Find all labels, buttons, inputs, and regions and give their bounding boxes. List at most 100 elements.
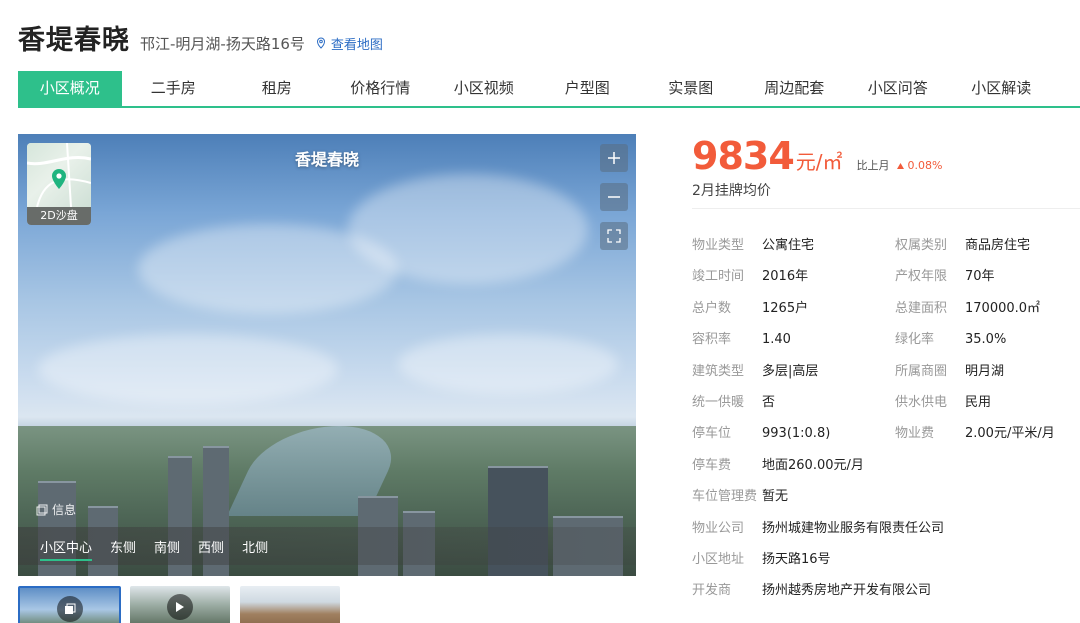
attr-value: 70年	[965, 269, 995, 284]
attr-key: 物业公司	[692, 521, 745, 536]
page-header: 香堤春晓 邗江-明月湖-扬天路16号 查看地图	[18, 18, 383, 58]
attr-row: 总建面积 170000.0㎡	[895, 297, 1040, 316]
panorama-viewer[interactable]: 香堤春晓 2D沙盘 信息 小区中心 东侧 南侧 西侧 北侧	[18, 134, 636, 576]
zoom-in-button[interactable]	[600, 144, 628, 172]
cloud	[398, 334, 618, 394]
attr-value: 1.40	[762, 332, 791, 347]
price-caption: 2月挂牌均价	[692, 183, 771, 199]
tab-floor-plan[interactable]: 户型图	[536, 71, 640, 106]
attr-key: 开发商	[692, 583, 732, 598]
mom-value: 0.08%	[907, 159, 943, 172]
minus-icon	[608, 196, 620, 198]
attr-key: 物业类型	[692, 238, 745, 253]
fullscreen-button[interactable]	[600, 222, 628, 250]
view-switcher: 小区中心 东侧 南侧 西侧 北侧	[18, 527, 636, 565]
tab-photos[interactable]: 实景图	[639, 71, 743, 106]
attr-key: 小区地址	[692, 552, 745, 567]
mom-label: 比上月	[856, 159, 890, 172]
attr-row: 停车位 993(1:0.8)	[692, 422, 830, 441]
attr-value: 扬州越秀房地产开发有限公司	[762, 583, 932, 598]
attr-value: 否	[762, 395, 776, 410]
attr-row: 竣工时间 2016年	[692, 265, 808, 284]
minimap-label: 2D沙盘	[27, 207, 91, 225]
attr-row: 产权年限 70年	[895, 265, 995, 284]
view-north[interactable]: 北侧	[242, 537, 268, 556]
attr-row: 权属类别 商品房住宅	[895, 234, 1030, 253]
mom-value-wrap: 0.08%	[897, 159, 942, 172]
info-layers-icon	[36, 504, 48, 515]
attr-value: 暂无	[762, 489, 789, 504]
cloud	[38, 334, 338, 404]
zoom-out-button[interactable]	[600, 183, 628, 211]
tab-qa[interactable]: 小区问答	[846, 71, 950, 106]
thumbnail-video[interactable]	[130, 586, 230, 623]
attr-row: 小区地址 扬天路16号	[692, 548, 831, 567]
attr-row: 停车费 地面260.00元/月	[692, 454, 864, 473]
attr-key: 总建面积	[895, 301, 948, 316]
attr-value: 993(1:0.8)	[762, 426, 831, 441]
thumbnail-photo[interactable]	[240, 586, 340, 623]
panorama-title: 香堤春晓	[294, 150, 359, 169]
gallery-icon	[64, 603, 75, 614]
attr-key: 供水供电	[895, 395, 948, 410]
attr-key: 停车费	[692, 458, 732, 473]
attr-value: 明月湖	[965, 364, 1005, 379]
attr-value: 商品房住宅	[965, 238, 1031, 253]
attr-row: 物业费 2.00元/平米/月	[895, 422, 1055, 441]
view-west[interactable]: 西侧	[198, 537, 224, 556]
attr-row: 容积率 1.40	[692, 328, 791, 347]
attr-value: 1265户	[762, 301, 809, 316]
view-south[interactable]: 南侧	[154, 537, 180, 556]
attr-key: 绿化率	[895, 332, 935, 347]
attr-value: 170000.0㎡	[965, 301, 1041, 316]
info-toggle[interactable]: 信息	[36, 501, 76, 518]
play-icon	[176, 602, 184, 612]
tab-rent[interactable]: 租房	[225, 71, 329, 106]
attr-key: 竣工时间	[692, 269, 745, 284]
panorama-thumb-badge	[56, 596, 83, 622]
average-price: 9834	[692, 134, 795, 178]
location-pin-icon	[316, 37, 325, 49]
tab-second-hand[interactable]: 二手房	[122, 71, 226, 106]
attr-row: 开发商 扬州越秀房地产开发有限公司	[692, 579, 931, 598]
fullscreen-icon	[607, 229, 621, 243]
attr-key: 总户数	[692, 301, 732, 316]
view-center[interactable]: 小区中心	[40, 537, 93, 561]
attr-key: 物业费	[895, 426, 935, 441]
attr-value: 扬州城建物业服务有限责任公司	[762, 521, 945, 536]
attr-value: 2016年	[762, 269, 809, 284]
tab-bar: 小区概况 二手房 租房 价格行情 小区视频 户型图 实景图 周边配套 小区问答 …	[18, 71, 1080, 108]
attr-key: 建筑类型	[692, 364, 745, 379]
thumbnail-panorama[interactable]	[18, 586, 121, 623]
tab-price-trend[interactable]: 价格行情	[329, 71, 433, 106]
cloud	[348, 174, 588, 284]
tab-video[interactable]: 小区视频	[432, 71, 536, 106]
attr-key: 车位管理费	[692, 489, 758, 504]
price-row: 9834 元/㎡ 比上月 0.08%	[692, 134, 942, 178]
attr-row: 所属商圈 明月湖	[895, 360, 1004, 379]
view-map-label: 查看地图	[330, 37, 383, 53]
attr-value: 2.00元/平米/月	[965, 426, 1055, 441]
attr-row: 车位管理费 暂无	[692, 485, 788, 504]
attr-value: 地面260.00元/月	[762, 458, 864, 473]
attr-key: 产权年限	[895, 269, 948, 284]
price-divider	[692, 208, 1080, 209]
view-east[interactable]: 东侧	[110, 537, 136, 556]
tab-analysis[interactable]: 小区解读	[950, 71, 1054, 106]
sandbox-minimap[interactable]: 2D沙盘	[27, 143, 91, 225]
view-map-link[interactable]: 查看地图	[315, 34, 383, 53]
attr-row: 供水供电 民用	[895, 391, 991, 410]
video-thumb-badge	[167, 594, 193, 620]
attr-key: 容积率	[692, 332, 732, 347]
map-pin-icon	[52, 169, 66, 189]
price-unit: 元/㎡	[795, 150, 843, 174]
month-over-month: 比上月 0.08%	[857, 157, 943, 173]
attr-row: 物业类型 公寓住宅	[692, 234, 814, 253]
attr-row: 总户数 1265户	[692, 297, 808, 316]
attr-value: 35.0%	[965, 332, 1007, 347]
attr-row: 绿化率 35.0%	[895, 328, 1006, 347]
tab-overview[interactable]: 小区概况	[18, 71, 122, 106]
price-block: 9834 元/㎡ 比上月 0.08% 2月挂牌均价	[692, 134, 942, 200]
plus-icon	[608, 152, 620, 164]
tab-surroundings[interactable]: 周边配套	[743, 71, 847, 106]
